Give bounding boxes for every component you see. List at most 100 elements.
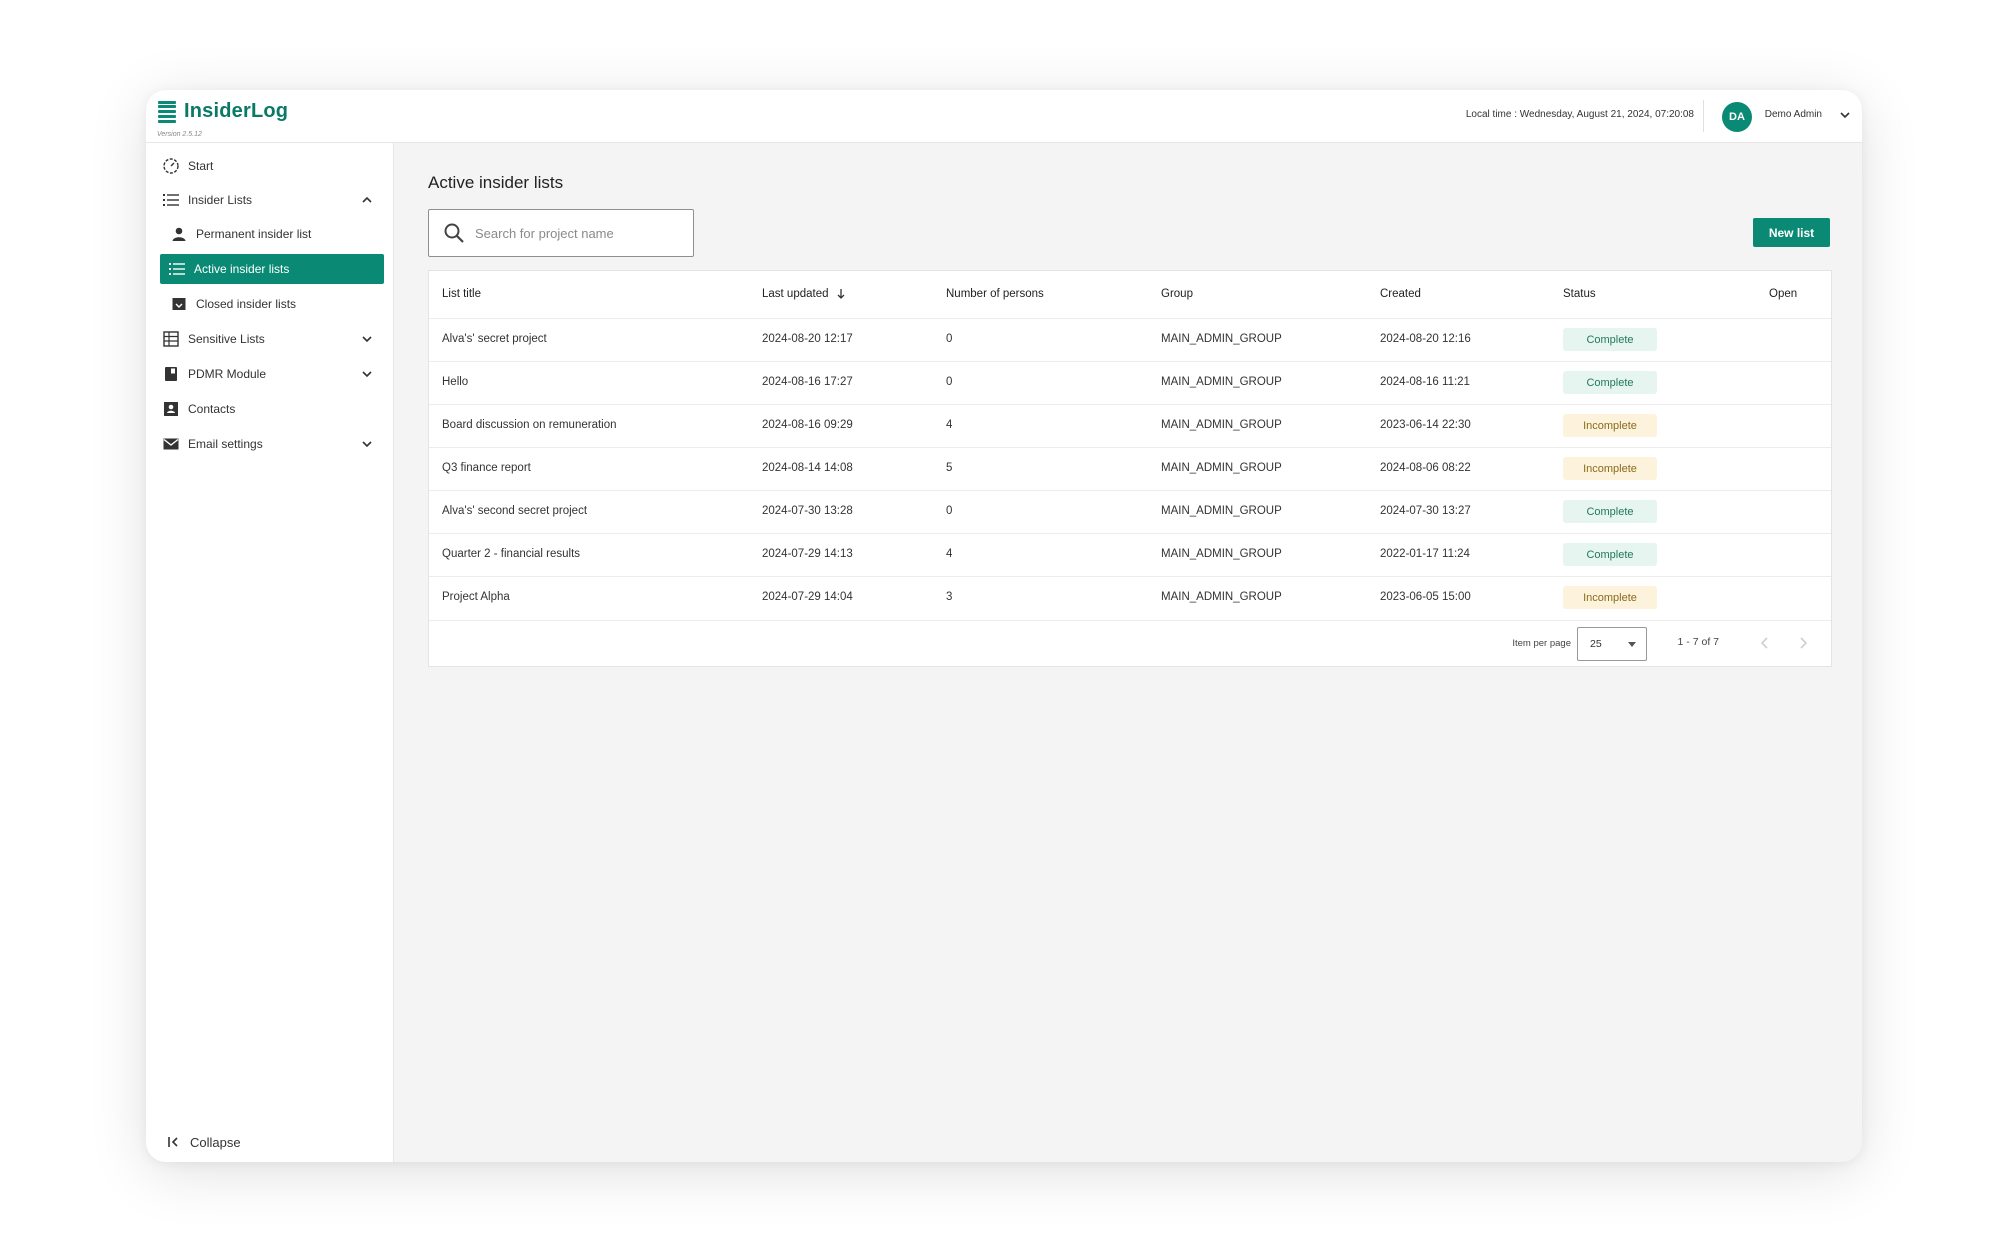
- column-header-number-of-persons[interactable]: Number of persons: [946, 288, 1044, 300]
- cell-last-updated: 2024-08-14 14:08: [762, 462, 853, 474]
- cell-group: MAIN_ADMIN_GROUP: [1161, 376, 1282, 388]
- sidebar-item-closed-insider-lists[interactable]: Closed insider lists: [170, 289, 376, 319]
- new-list-button[interactable]: New list: [1753, 218, 1830, 247]
- cell-list-title: Alva's' second secret project: [442, 505, 588, 517]
- column-header-status[interactable]: Status: [1563, 288, 1596, 300]
- table-row[interactable]: Alva's' second secret project 2024-07-30…: [429, 490, 1831, 534]
- cell-number-of-persons: 5: [946, 462, 953, 474]
- cell-list-title: Board discussion on remuneration: [442, 419, 617, 431]
- sidebar-item-label: Start: [188, 159, 214, 173]
- cell-group: MAIN_ADMIN_GROUP: [1161, 419, 1282, 431]
- search-icon: [444, 223, 464, 243]
- app-window: InsiderLog Version 2.5.12 Local time : W…: [146, 90, 1862, 1162]
- status-badge: Complete: [1563, 328, 1657, 351]
- sidebar-item-label: PDMR Module: [188, 367, 267, 381]
- table-row[interactable]: Alva's' secret project 2024-08-20 12:17 …: [429, 318, 1831, 362]
- chevron-down-icon[interactable]: [360, 332, 374, 346]
- user-name[interactable]: Demo Admin: [1765, 109, 1822, 120]
- local-time: Local time : Wednesday, August 21, 2024,…: [1465, 109, 1694, 120]
- sidebar-item-active-insider-lists[interactable]: Active insider lists: [160, 254, 384, 284]
- cell-created: 2022-01-17 11:24: [1380, 548, 1470, 560]
- column-header-created[interactable]: Created: [1380, 288, 1421, 300]
- table-header-row: List title Last updated Number of person…: [429, 271, 1831, 319]
- status-badge: Incomplete: [1563, 414, 1657, 437]
- sidebar-item-insider-lists[interactable]: Insider Lists: [162, 185, 384, 215]
- chevron-down-icon[interactable]: [1838, 108, 1852, 122]
- cell-group: MAIN_ADMIN_GROUP: [1161, 505, 1282, 517]
- cell-group: MAIN_ADMIN_GROUP: [1161, 591, 1282, 603]
- contact-card-icon: [164, 402, 178, 416]
- version-label: Version 2.5.12: [157, 131, 202, 138]
- status-badge: Complete: [1563, 371, 1657, 394]
- table-row[interactable]: Q3 finance report 2024-08-14 14:08 5 MAI…: [429, 447, 1831, 491]
- sidebar-item-label: Insider Lists: [188, 193, 253, 207]
- status-badge: Incomplete: [1563, 457, 1657, 480]
- list-icon: [163, 194, 179, 206]
- chevron-left-icon[interactable]: [1755, 633, 1775, 653]
- table-row[interactable]: Hello 2024-08-16 17:27 0 MAIN_ADMIN_GROU…: [429, 361, 1831, 405]
- insider-lists-table: List title Last updated Number of person…: [428, 270, 1832, 667]
- dashboard-gauge-icon: [163, 158, 179, 174]
- cell-created: 2024-07-30 13:27: [1380, 505, 1471, 517]
- pagination: Item per page 25 1 - 7 of 7: [429, 621, 1831, 666]
- top-bar: InsiderLog Version 2.5.12 Local time : W…: [146, 90, 1862, 143]
- cell-number-of-persons: 3: [946, 591, 953, 603]
- sidebar-item-label: Permanent insider list: [196, 227, 312, 241]
- cell-created: 2024-08-20 12:16: [1380, 333, 1471, 345]
- cell-last-updated: 2024-08-16 09:29: [762, 419, 853, 431]
- cell-list-title: Alva's' secret project: [442, 333, 547, 345]
- items-per-page-label: Item per page: [1512, 638, 1571, 649]
- cell-number-of-persons: 4: [946, 419, 953, 431]
- cell-created: 2023-06-05 15:00: [1380, 591, 1471, 603]
- sidebar-item-label: Email settings: [188, 437, 263, 451]
- logo-list-icon: [158, 100, 176, 123]
- sidebar-item-start[interactable]: Start: [162, 151, 384, 181]
- status-badge: Incomplete: [1563, 586, 1657, 609]
- collapse-arrow-icon: [168, 1137, 178, 1147]
- table-row[interactable]: Board discussion on remuneration 2024-08…: [429, 404, 1831, 448]
- cell-created: 2024-08-16 11:21: [1380, 376, 1470, 388]
- brand-name: InsiderLog: [184, 100, 289, 122]
- column-header-list-title[interactable]: List title: [442, 288, 481, 300]
- sidebar-item-label: Closed insider lists: [196, 297, 297, 311]
- cell-number-of-persons: 4: [946, 548, 953, 560]
- cell-last-updated: 2024-07-29 14:04: [762, 591, 853, 603]
- sidebar-item-permanent-insider-list[interactable]: Permanent insider list: [170, 219, 376, 249]
- header-divider: [1703, 100, 1704, 132]
- sidebar-item-contacts[interactable]: Contacts: [162, 394, 384, 424]
- collapse-label: Collapse: [190, 1134, 241, 1150]
- caret-down-icon: [1628, 642, 1636, 647]
- sidebar-item-email-settings[interactable]: Email settings: [162, 429, 384, 459]
- search-input[interactable]: [473, 224, 677, 242]
- cell-created: 2024-08-06 08:22: [1380, 462, 1471, 474]
- status-badge: Complete: [1563, 543, 1657, 566]
- status-badge: Complete: [1563, 500, 1657, 523]
- items-per-page-value: 25: [1590, 638, 1602, 650]
- table-row[interactable]: Quarter 2 - financial results 2024-07-29…: [429, 533, 1831, 577]
- chevron-right-icon[interactable]: [1793, 633, 1813, 653]
- collapse-button[interactable]: Collapse: [166, 1134, 241, 1150]
- column-header-open: Open: [1769, 288, 1798, 300]
- archive-box-icon: [172, 298, 186, 310]
- table-row[interactable]: Project Alpha 2024-07-29 14:04 3 MAIN_AD…: [429, 576, 1831, 621]
- sidebar-item-pdmr-module[interactable]: PDMR Module: [162, 359, 384, 389]
- cell-last-updated: 2024-08-16 17:27: [762, 376, 853, 388]
- sidebar-item-sensitive-lists[interactable]: Sensitive Lists: [162, 324, 384, 354]
- search-box[interactable]: [428, 209, 694, 257]
- column-header-group[interactable]: Group: [1161, 288, 1193, 300]
- chevron-up-icon[interactable]: [360, 193, 374, 207]
- chevron-down-icon[interactable]: [360, 367, 374, 381]
- arrow-down-icon: [837, 289, 845, 299]
- list-icon: [169, 263, 185, 275]
- chevron-down-icon[interactable]: [360, 437, 374, 451]
- cell-group: MAIN_ADMIN_GROUP: [1161, 548, 1282, 560]
- column-header-last-updated[interactable]: Last updated: [762, 288, 846, 300]
- cell-group: MAIN_ADMIN_GROUP: [1161, 462, 1282, 474]
- cell-last-updated: 2024-07-30 13:28: [762, 505, 853, 517]
- cell-list-title: Hello: [442, 376, 469, 388]
- user-avatar[interactable]: DA: [1722, 102, 1752, 132]
- items-per-page-select[interactable]: 25: [1577, 627, 1647, 661]
- sidebar-item-label: Contacts: [188, 402, 236, 416]
- logo[interactable]: InsiderLog: [158, 100, 288, 123]
- cell-number-of-persons: 0: [946, 505, 953, 517]
